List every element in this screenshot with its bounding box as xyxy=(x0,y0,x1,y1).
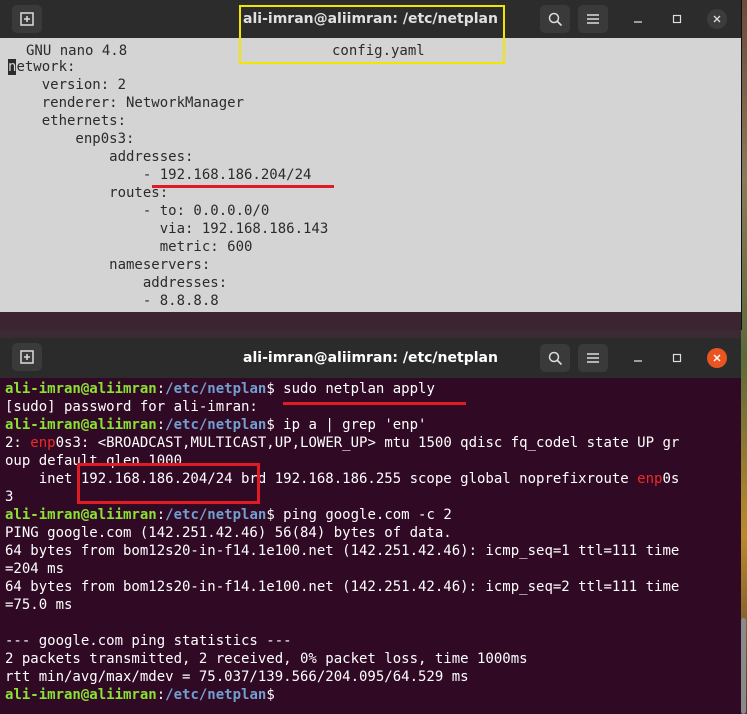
menu-button[interactable] xyxy=(578,5,608,33)
prompt-path: /etc/netplan xyxy=(165,687,267,703)
minimize-button[interactable] xyxy=(628,9,648,29)
prompt-path: /etc/netplan xyxy=(165,381,267,397)
terminal-scrollbar[interactable] xyxy=(741,618,746,714)
titlebar[interactable]: ali-imran@aliimran: /etc/netplan xyxy=(0,338,741,378)
output-line: 2 packets transmitted, 2 received, 0% pa… xyxy=(5,651,528,667)
close-button[interactable] xyxy=(707,348,727,368)
editor-line: - to: 0.0.0.0/0 xyxy=(8,203,270,219)
prompt-user: ali-imran@aliimran xyxy=(5,381,157,397)
editor-line: version: 2 xyxy=(8,77,127,93)
editor-line: via: 192.168.186.143 xyxy=(8,221,329,237)
prompt-path: /etc/netplan xyxy=(165,507,267,523)
command-text: ping google.com -c 2 xyxy=(274,507,452,523)
output-line: 64 bytes from bom12s20-in-f14.1e100.net … xyxy=(5,543,680,559)
output-line: 64 bytes from bom12s20-in-f14.1e100.net … xyxy=(5,579,680,595)
editor-content[interactable]: network: version: 2 renderer: NetworkMan… xyxy=(0,58,741,310)
address-underline-annotation xyxy=(152,185,334,188)
editor-line: addresses: xyxy=(8,275,228,291)
editor-line: addresses: xyxy=(8,149,194,165)
close-icon xyxy=(713,15,721,23)
search-button[interactable] xyxy=(540,5,570,33)
editor-line: renderer: NetworkManager xyxy=(8,95,245,111)
maximize-icon xyxy=(672,353,682,363)
inet-highlight-annotation xyxy=(77,463,260,504)
close-button[interactable] xyxy=(707,9,727,29)
grep-match: enp xyxy=(30,435,56,451)
output-line: --- google.com ping statistics --- xyxy=(5,633,292,649)
terminal-output[interactable]: ali-imran@aliimran:/etc/netplan$ sudo ne… xyxy=(0,378,741,704)
command-underline-annotation xyxy=(283,402,466,405)
hamburger-menu-icon xyxy=(587,353,599,363)
prompt-user: ali-imran@aliimran xyxy=(5,687,157,703)
close-icon xyxy=(713,354,721,362)
search-icon xyxy=(548,12,562,26)
editor-line-address: - 192.168.186.204/24 xyxy=(8,167,312,183)
window-bottom-edge xyxy=(0,312,741,330)
hamburger-menu-icon xyxy=(587,14,599,24)
output-line: 3 xyxy=(5,489,14,505)
editor-line: ethernets: xyxy=(8,113,127,129)
editor-line: - 8.8.8.8 xyxy=(8,293,219,309)
editor-line: routes: xyxy=(8,185,169,201)
maximize-icon xyxy=(672,14,682,24)
grep-match: enp xyxy=(637,471,663,487)
prompt-user: ali-imran@aliimran xyxy=(5,507,157,523)
output-line: [sudo] password for ali-imran: xyxy=(5,399,267,415)
title-highlight-annotation xyxy=(239,5,505,64)
search-icon xyxy=(548,351,562,365)
output-line: =75.0 ms xyxy=(5,597,73,613)
editor-line: metric: 600 xyxy=(8,239,253,255)
output-line: =204 ms xyxy=(5,561,65,577)
output-line: rtt min/avg/max/mdev = 75.037/139.566/20… xyxy=(5,669,469,685)
output-line: 2: xyxy=(5,435,31,451)
minimize-button[interactable] xyxy=(628,348,648,368)
maximize-button[interactable] xyxy=(667,348,687,368)
minimize-icon xyxy=(634,360,642,362)
editor-line: nameservers: xyxy=(8,257,211,273)
command-text: sudo netplan apply xyxy=(274,381,435,397)
editor-line: enp0s3: xyxy=(8,131,135,147)
menu-button[interactable] xyxy=(578,344,608,372)
prompt-path: /etc/netplan xyxy=(165,417,267,433)
search-button[interactable] xyxy=(540,344,570,372)
output-line: PING google.com (142.251.42.46) 56(84) b… xyxy=(5,525,452,541)
prompt-user: ali-imran@aliimran xyxy=(5,417,157,433)
output-line: 0s xyxy=(662,471,680,487)
editor-line: etwork: xyxy=(16,59,76,75)
maximize-button[interactable] xyxy=(667,9,687,29)
output-line: 0s3: <BROADCAST,MULTICAST,UP,LOWER_UP> m… xyxy=(55,435,680,451)
terminal-window[interactable]: ali-imran@aliimran: /etc/netplan ali-imr… xyxy=(0,338,741,714)
command-text: ip a | grep 'enp' xyxy=(274,417,427,433)
minimize-icon xyxy=(634,21,642,23)
